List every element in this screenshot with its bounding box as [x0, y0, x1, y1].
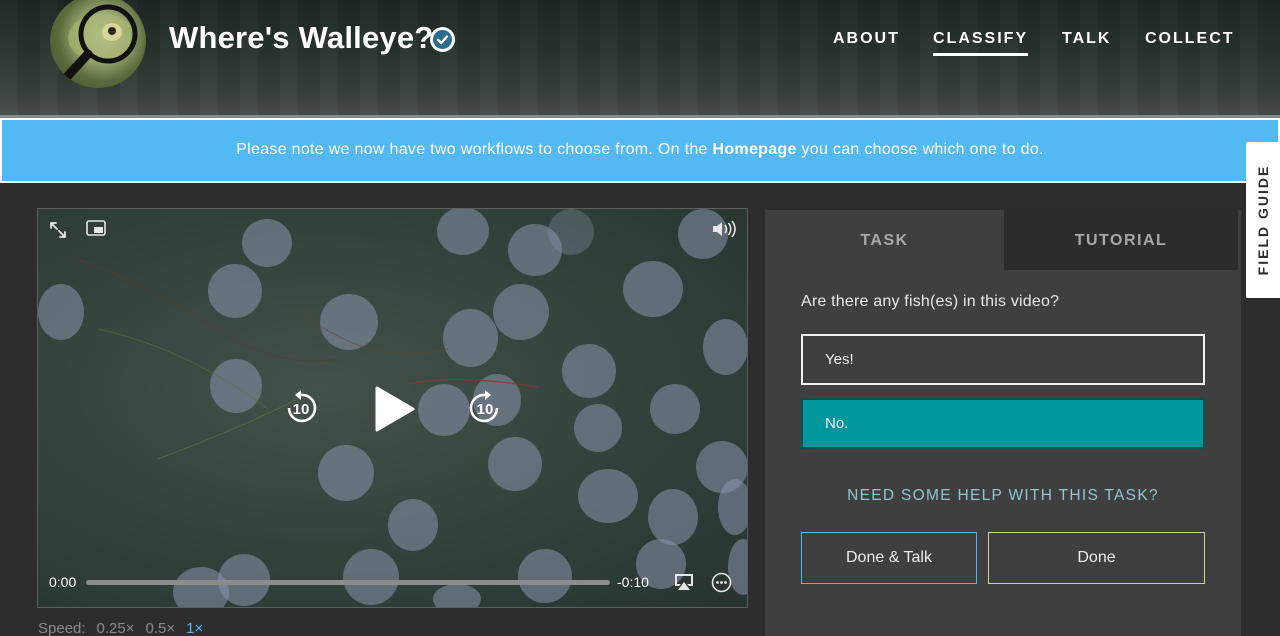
rewind-10-icon[interactable]: 10: [284, 390, 318, 426]
banner-text-before: Please note we now have two workflows to…: [236, 141, 713, 158]
playback-speed-selector: Speed: 0.25× 0.5× 1×: [38, 620, 214, 636]
speed-option-0-5[interactable]: 0.5×: [146, 620, 176, 636]
tab-task[interactable]: TASK: [765, 210, 1004, 270]
project-title[interactable]: Where's Walleye?: [169, 20, 433, 56]
volume-icon[interactable]: [711, 220, 739, 243]
banner-text-after: you can choose which one to do.: [796, 141, 1044, 158]
task-help-link[interactable]: NEED SOME HELP WITH THIS TASK?: [801, 487, 1205, 505]
answer-yes-button[interactable]: Yes!: [801, 334, 1205, 385]
verified-badge-icon: [430, 27, 455, 52]
field-guide-tab[interactable]: FIELD GUIDE: [1246, 142, 1280, 298]
done-button[interactable]: Done: [988, 532, 1205, 584]
done-and-talk-button[interactable]: Done & Talk: [801, 532, 977, 584]
speed-label: Speed:: [38, 620, 86, 636]
answer-no-button[interactable]: No.: [801, 398, 1205, 449]
banner-homepage-link[interactable]: Homepage: [713, 141, 797, 158]
picture-in-picture-icon[interactable]: [86, 220, 106, 243]
project-header: Where's Walleye? ABOUT CLASSIFY TALK COL…: [0, 0, 1280, 118]
speed-option-1[interactable]: 1×: [186, 620, 203, 636]
current-time: 0:00: [49, 574, 77, 590]
nav-about[interactable]: ABOUT: [833, 30, 900, 48]
play-icon[interactable]: [373, 386, 415, 437]
task-panel: TASK TUTORIAL Are there any fish(es) in …: [765, 210, 1241, 636]
nav-collect[interactable]: COLLECT: [1145, 30, 1235, 48]
rewind-seconds: 10: [292, 401, 310, 418]
more-options-icon[interactable]: [711, 572, 732, 598]
speed-option-0-25[interactable]: 0.25×: [97, 620, 135, 636]
forward-seconds: 10: [476, 401, 494, 418]
announcement-banner: Please note we now have two workflows to…: [0, 118, 1280, 183]
magnifier-fish-icon: [59, 4, 138, 85]
project-avatar[interactable]: [50, 0, 146, 88]
nav-classify[interactable]: CLASSIFY: [933, 30, 1029, 56]
video-progress-bar[interactable]: [86, 580, 610, 585]
tab-tutorial[interactable]: TUTORIAL: [1004, 210, 1238, 270]
video-player[interactable]: 10 10 0:00 -0:10: [37, 208, 748, 608]
remaining-time: -0:10: [617, 574, 649, 590]
forward-10-icon[interactable]: 10: [468, 390, 502, 426]
field-guide-label: FIELD GUIDE: [1255, 164, 1271, 276]
airplay-icon[interactable]: [673, 573, 695, 596]
task-question: Are there any fish(es) in this video?: [801, 293, 1060, 310]
fullscreen-icon[interactable]: [48, 220, 68, 245]
nav-talk[interactable]: TALK: [1062, 30, 1111, 48]
